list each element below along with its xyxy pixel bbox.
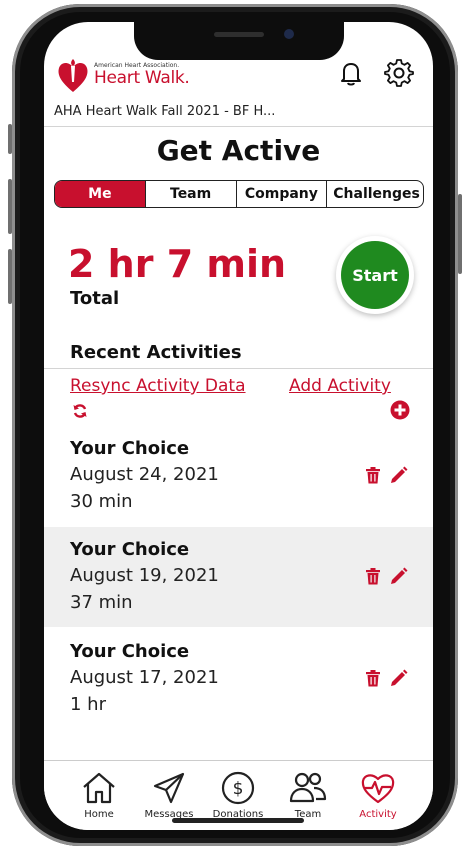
nav-team[interactable]: Team [273, 769, 343, 820]
brand-name: Heart Walk. [94, 68, 190, 88]
app-screen: American Heart Association. Heart Walk. … [44, 22, 433, 830]
activity-name: Your Choice [70, 539, 190, 560]
nav-messages[interactable]: Messages [134, 769, 204, 820]
svg-text:$: $ [233, 779, 244, 799]
home-indicator[interactable] [172, 818, 304, 823]
section-divider [44, 368, 433, 369]
activity-duration: 1 hr [70, 694, 106, 715]
dollar-icon: $ [221, 771, 255, 805]
trash-icon[interactable] [365, 466, 381, 484]
send-icon [153, 772, 185, 804]
people-icon [289, 772, 327, 803]
total-label: Total [70, 288, 120, 309]
activity-duration: 37 min [70, 592, 133, 613]
tab-me[interactable]: Me [55, 181, 145, 207]
side-button [8, 249, 12, 304]
trash-icon[interactable] [365, 567, 381, 585]
tab-challenges[interactable]: Challenges [326, 181, 423, 207]
nav-activity[interactable]: Activity [343, 769, 413, 820]
activity-date: August 17, 2021 [70, 667, 219, 688]
side-button [8, 124, 12, 154]
nav-home[interactable]: Home [64, 769, 134, 820]
activity-date: August 19, 2021 [70, 565, 219, 586]
pencil-icon[interactable] [390, 669, 408, 687]
pencil-icon[interactable] [390, 567, 408, 585]
activity-item[interactable]: Your Choice August 19, 2021 37 min [44, 527, 433, 627]
heart-walk-logo: American Heart Association. Heart Walk. [54, 56, 194, 96]
home-icon [83, 772, 115, 804]
activity-duration: 30 min [70, 491, 133, 512]
start-button[interactable]: Start [341, 241, 409, 309]
activity-item[interactable]: Your Choice August 17, 2021 1 hr [44, 629, 433, 729]
tab-bar: Me Team Company Challenges [54, 180, 424, 208]
add-activity-link[interactable]: Add Activity [289, 376, 391, 396]
tab-team[interactable]: Team [144, 181, 236, 207]
speaker [214, 32, 264, 37]
heart-pulse-icon [361, 774, 395, 804]
nav-label: Activity [359, 809, 397, 820]
add-circle-icon[interactable] [390, 400, 410, 420]
resync-activity-link[interactable]: Resync Activity Data [70, 376, 246, 396]
page-title: Get Active [156, 134, 321, 167]
gear-icon[interactable] [384, 58, 414, 88]
activity-name: Your Choice [70, 438, 190, 459]
side-button [8, 179, 12, 234]
total-time-value: 2 hr 7 min [68, 242, 287, 286]
activity-name: Your Choice [70, 641, 190, 662]
trash-icon[interactable] [365, 669, 381, 687]
notch [134, 22, 344, 60]
activity-item[interactable]: Your Choice August 24, 2021 30 min [44, 426, 433, 526]
camera [284, 29, 294, 39]
activity-date: August 24, 2021 [70, 464, 219, 485]
start-button-ring: Start [336, 236, 414, 314]
header-divider [44, 126, 433, 127]
event-title[interactable]: AHA Heart Walk Fall 2021 - BF H... [54, 104, 275, 119]
pencil-icon[interactable] [390, 466, 408, 484]
nav-donations[interactable]: $ Donations [203, 769, 273, 820]
sync-icon[interactable] [72, 403, 88, 419]
nav-label: Home [84, 809, 114, 820]
bell-icon[interactable] [336, 58, 366, 88]
tab-company[interactable]: Company [235, 181, 327, 207]
side-button [458, 194, 462, 274]
recent-activities-title: Recent Activities [70, 342, 242, 363]
heart-torch-icon [58, 59, 88, 92]
